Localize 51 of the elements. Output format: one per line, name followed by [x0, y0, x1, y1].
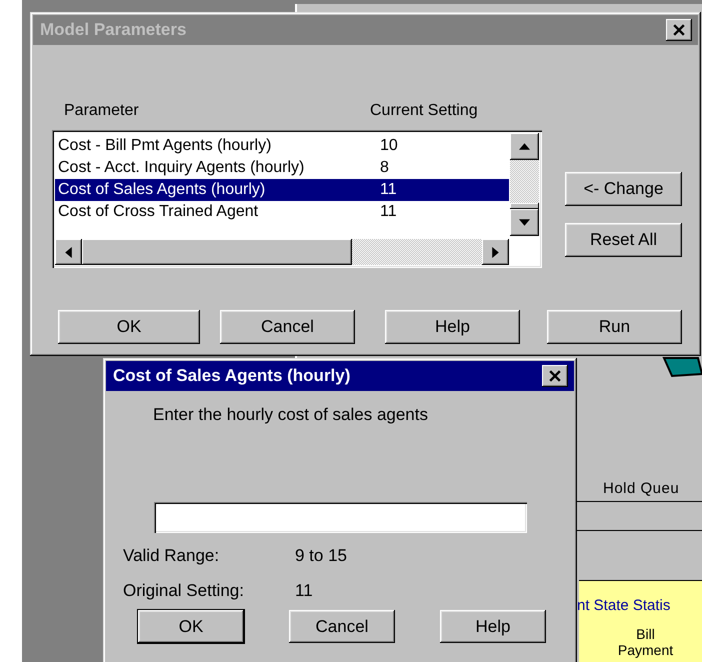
list-row[interactable]: Cost - Acct. Inquiry Agents (hourly) 8	[55, 157, 509, 179]
right-arrow-icon	[492, 246, 499, 258]
parameter-name: Cost - Bill Pmt Agents (hourly)	[57, 137, 272, 155]
field-value: 9 to 15	[295, 546, 347, 566]
side-button[interactable]: <- Change	[565, 172, 682, 206]
column-header: Current Setting	[370, 102, 478, 120]
list-row[interactable]: Cost of Sales Agents (hourly) 11	[55, 179, 509, 201]
field-label: Original Setting:	[123, 581, 245, 601]
input-field[interactable]	[154, 502, 527, 533]
dialog-button[interactable]: Cancel	[289, 610, 395, 643]
scroll-thumb[interactable]	[82, 239, 352, 265]
setting-value: 10	[380, 137, 398, 155]
dialog-button[interactable]: OK	[58, 310, 200, 344]
dialog-button[interactable]: Help	[385, 310, 520, 344]
list-row[interactable]: Cost of Cross Trained Agent 11	[55, 201, 509, 223]
dialog-button[interactable]: OK	[138, 610, 244, 643]
column-header: Parameter	[64, 102, 139, 120]
stats-title: nt State Statis	[577, 597, 670, 614]
parameter-name: Cost of Sales Agents (hourly)	[57, 181, 266, 199]
close-icon	[549, 370, 561, 382]
setting-value: 11	[380, 181, 397, 199]
field-label: Valid Range:	[123, 546, 220, 566]
horizontal-scrollbar[interactable]	[55, 239, 509, 265]
scroll-down-button[interactable]	[510, 209, 539, 236]
left-arrow-icon	[65, 246, 72, 258]
close-button[interactable]	[666, 19, 692, 41]
column-heading: Payment	[618, 642, 674, 658]
prompt-text: Enter the hourly cost of sales agents	[153, 405, 429, 425]
down-arrow-icon	[519, 219, 530, 226]
setting-value: 11	[380, 203, 397, 221]
window-title: Cost of Sales Agents (hourly)	[113, 366, 350, 386]
side-button[interactable]: Reset All	[565, 223, 682, 257]
scroll-up-button[interactable]	[510, 133, 539, 160]
close-icon	[673, 24, 685, 36]
column-heading: Bill	[636, 626, 655, 642]
scroll-right-button[interactable]	[482, 239, 509, 265]
window-title: Model Parameters	[40, 20, 186, 40]
dialog-button[interactable]: Help	[440, 610, 546, 643]
scroll-thumb[interactable]	[510, 203, 539, 209]
close-button[interactable]	[542, 365, 568, 387]
up-arrow-icon	[519, 143, 530, 150]
scroll-left-button[interactable]	[55, 239, 82, 265]
dialog-button[interactable]: Run	[547, 310, 682, 344]
dialog-button[interactable]: Cancel	[220, 310, 355, 344]
setting-value: 8	[380, 159, 389, 177]
parameter-name: Cost of Cross Trained Agent	[57, 203, 260, 221]
list-row[interactable]: Cost - Bill Pmt Agents (hourly) 10	[55, 135, 509, 157]
parameter-name: Cost - Acct. Inquiry Agents (hourly)	[57, 159, 306, 177]
vertical-scrollbar[interactable]	[510, 133, 539, 236]
field-value: 11	[295, 581, 313, 601]
queue-label: Hold Queu	[603, 480, 680, 497]
